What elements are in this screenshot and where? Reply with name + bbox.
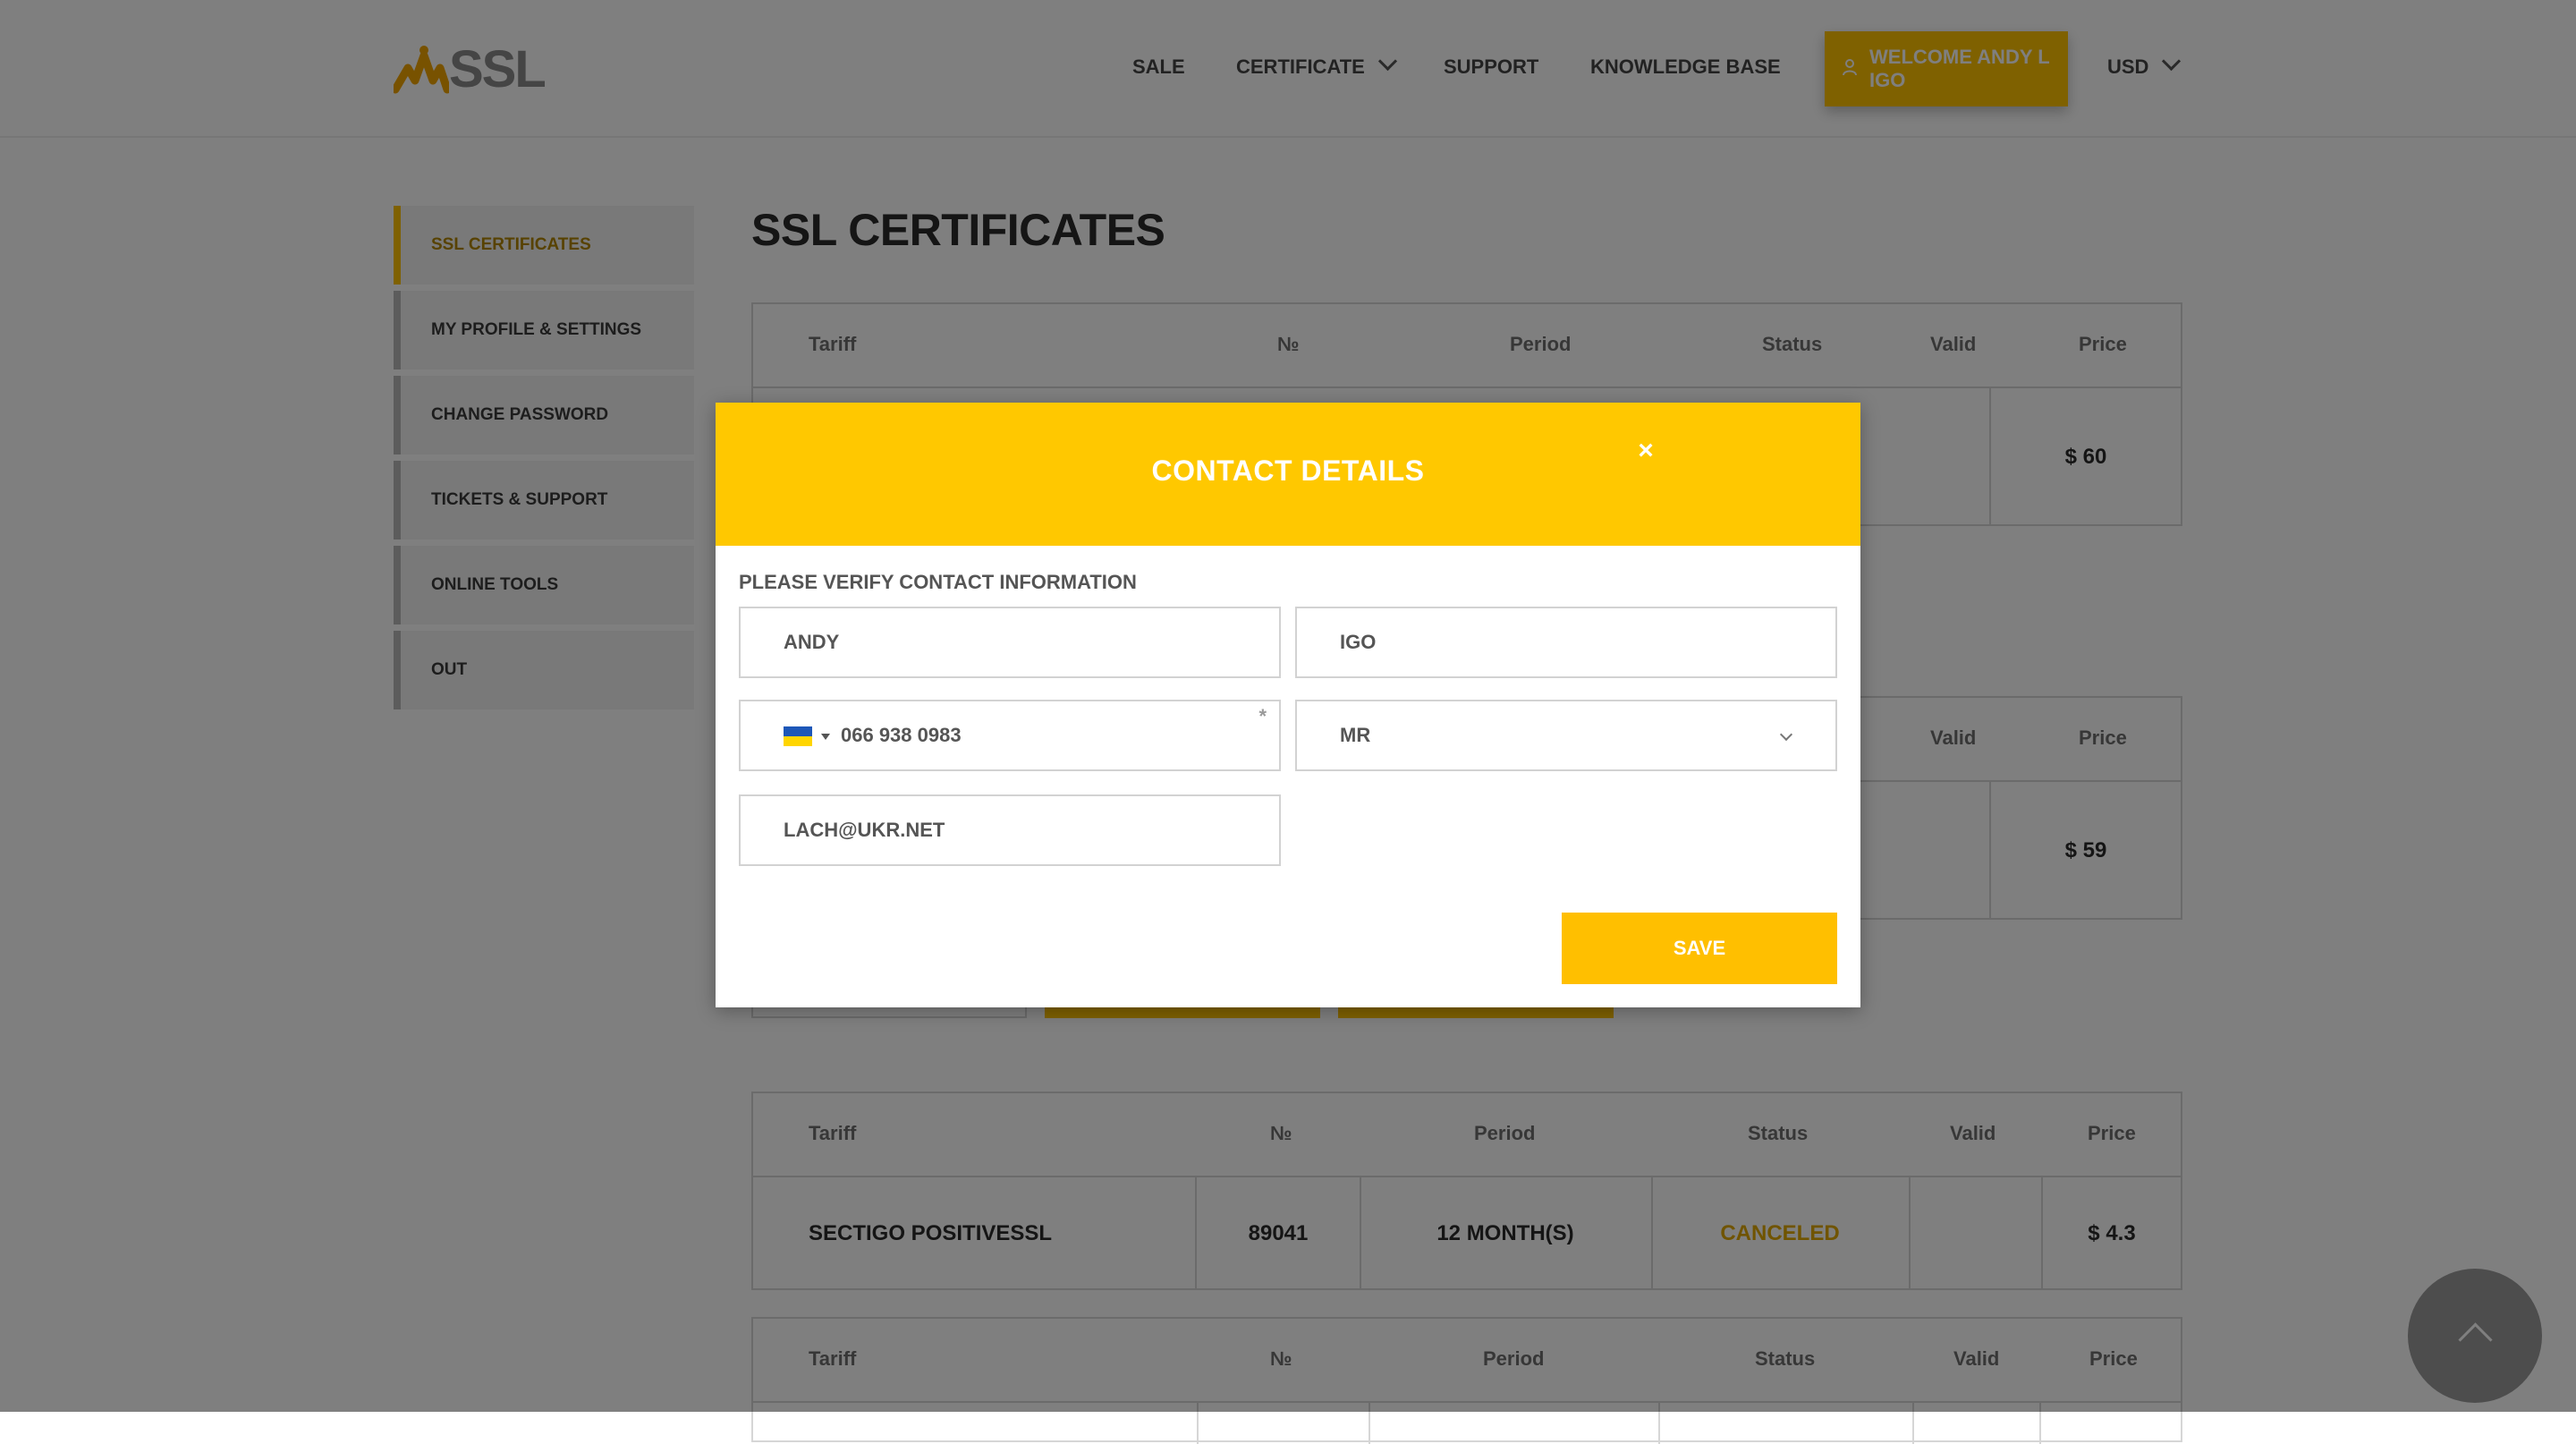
save-button[interactable]: SAVE: [1562, 913, 1837, 984]
required-marker: *: [1258, 705, 1267, 727]
chevron-down-icon: [1779, 727, 1793, 742]
email-field[interactable]: LACH@UKR.NET: [739, 794, 1281, 866]
ukraine-flag-icon[interactable]: [784, 726, 812, 746]
modal-subtitle: PLEASE VERIFY CONTACT INFORMATION: [739, 571, 1137, 593]
caret-down-icon[interactable]: [821, 734, 830, 740]
last-name-field[interactable]: IGO: [1295, 607, 1837, 678]
first-name-field[interactable]: ANDY: [739, 607, 1281, 678]
phone-value: 066 938 0983: [841, 724, 962, 746]
modal-title: CONTACT DETAILS: [1151, 454, 1425, 487]
phone-field[interactable]: 066 938 0983 *: [739, 700, 1281, 771]
close-icon[interactable]: ×: [1628, 433, 1664, 469]
modal-header: CONTACT DETAILS ×: [716, 403, 1860, 546]
title-select-value: MR: [1340, 724, 1371, 746]
title-select[interactable]: MR: [1295, 700, 1837, 771]
contact-details-modal: CONTACT DETAILS × PLEASE VERIFY CONTACT …: [716, 403, 1860, 1007]
